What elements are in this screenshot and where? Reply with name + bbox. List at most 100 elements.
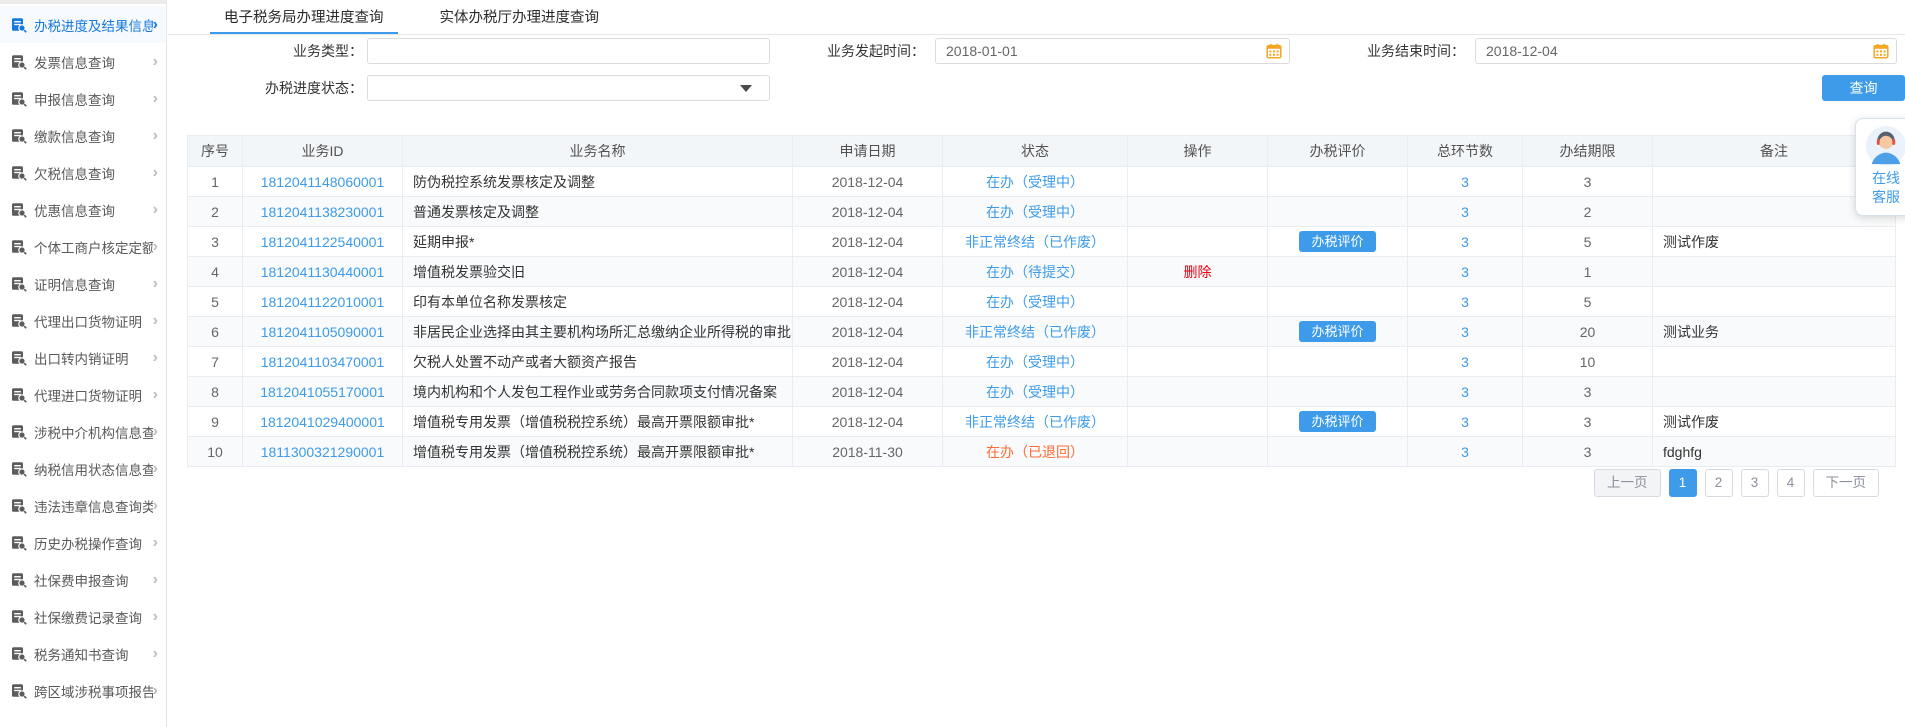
cell-total-links: 3	[1407, 376, 1523, 407]
sidebar-item[interactable]: 发票信息查询 ›	[0, 43, 166, 80]
customer-service-avatar-icon	[1865, 125, 1905, 167]
total-links-link[interactable]: 3	[1461, 264, 1469, 280]
business-id-link[interactable]: 1812041122540001	[261, 234, 385, 250]
page-number-button[interactable]: 4	[1776, 469, 1805, 497]
cell-status: 在办（受理中）	[942, 286, 1128, 317]
online-service-widget[interactable]: 在线客服	[1855, 118, 1905, 216]
evaluate-button[interactable]: 办税评价	[1299, 411, 1376, 432]
chevron-right-icon: ›	[152, 200, 158, 218]
business-id-link[interactable]: 1812041105090001	[261, 324, 385, 340]
status-text: 非正常终结（已作废）	[965, 323, 1105, 340]
page-number-button[interactable]: 1	[1668, 469, 1697, 497]
sidebar-item[interactable]: 代理进口货物证明 ›	[0, 376, 166, 413]
preferential-info-query-icon	[11, 202, 27, 218]
business-id-link[interactable]: 1812041103470001	[261, 354, 385, 370]
invoice-info-query-icon	[11, 54, 27, 70]
chevron-right-icon: ›	[152, 607, 158, 625]
sidebar-item[interactable]: 税务通知书查询 ›	[0, 635, 166, 672]
cell-business-id: 1812041148060001	[242, 166, 403, 197]
sidebar-item[interactable]: 证明信息查询 ›	[0, 265, 166, 302]
cell-business-name: 欠税人处置不动产或者大额资产报告	[402, 346, 793, 377]
cell-remark	[1652, 286, 1896, 317]
delete-link[interactable]: 删除	[1184, 264, 1212, 280]
sidebar-item-label: 出口转内销证明	[34, 351, 129, 367]
status-text: 非正常终结（已作废）	[965, 233, 1105, 250]
business-id-link[interactable]: 1812041130440001	[261, 264, 385, 280]
sidebar-item[interactable]: 办税进度及结果信息查询 ›	[0, 6, 166, 43]
sidebar-item[interactable]: 历史办税操作查询 ›	[0, 524, 166, 561]
sidebar-item[interactable]: 个体工商户核定定额信息查询 ›	[0, 228, 166, 265]
calendar-icon[interactable]	[1266, 43, 1282, 59]
end-time-input[interactable]	[1475, 38, 1897, 64]
cell-business-id: 1812041122010001	[242, 286, 403, 317]
progress-status-select[interactable]	[367, 75, 770, 101]
sidebar-item[interactable]: 社保费申报查询 ›	[0, 561, 166, 598]
cell-action	[1127, 196, 1268, 227]
cell-deadline: 3	[1522, 436, 1653, 467]
status-text: 在办（已退回）	[986, 443, 1084, 460]
cell-apply-date: 2018-12-04	[792, 376, 943, 407]
business-type-label: 业务类型：	[293, 43, 363, 59]
start-time-input[interactable]	[935, 38, 1290, 64]
sidebar-item[interactable]: 涉税中介机构信息查询 ›	[0, 413, 166, 450]
chevron-down-icon	[740, 85, 752, 92]
business-id-link[interactable]: 1812041122010001	[261, 294, 385, 310]
sidebar-item[interactable]: 欠税信息查询 ›	[0, 154, 166, 191]
total-links-link[interactable]: 3	[1461, 324, 1469, 340]
tab[interactable]: 实体办税厅办理进度查询	[426, 0, 614, 34]
query-button[interactable]: 查询	[1822, 75, 1905, 101]
column-header: 业务名称	[402, 135, 793, 167]
status-text: 在办（受理中）	[986, 173, 1084, 190]
sidebar-item[interactable]: 代理出口货物证明 ›	[0, 302, 166, 339]
sidebar-item[interactable]: 优惠信息查询 ›	[0, 191, 166, 228]
column-header: 办税评价	[1267, 135, 1408, 167]
sidebar-item[interactable]: 社保缴费记录查询 ›	[0, 598, 166, 635]
business-id-link[interactable]: 1812041138230001	[261, 204, 385, 220]
total-links-link[interactable]: 3	[1461, 204, 1469, 220]
cell-business-name: 增值税发票验交旧	[402, 256, 793, 287]
cross-region-tax-report-query-icon	[11, 683, 27, 699]
total-links-link[interactable]: 3	[1461, 414, 1469, 430]
prev-page-button[interactable]: 上一页	[1594, 469, 1661, 497]
table-header-row: 序号 业务ID 业务名称 申请日期 状态 操作 办税评价 总环节数 办结期限 备注	[187, 135, 1896, 167]
column-header: 办结期限	[1522, 135, 1653, 167]
total-links-link[interactable]: 3	[1461, 174, 1469, 190]
sidebar-item[interactable]: 缴款信息查询 ›	[0, 117, 166, 154]
cell-status: 非正常终结（已作废）	[942, 406, 1128, 437]
total-links-link[interactable]: 3	[1461, 234, 1469, 250]
total-links-link[interactable]: 3	[1461, 354, 1469, 370]
page-number-button[interactable]: 3	[1740, 469, 1769, 497]
cell-business-id: 1812041029400001	[242, 406, 403, 437]
business-id-link[interactable]: 1812041148060001	[261, 174, 385, 190]
next-page-button[interactable]: 下一页	[1812, 469, 1879, 497]
cell-action	[1127, 436, 1268, 467]
business-id-link[interactable]: 1812041055170001	[260, 384, 385, 400]
business-id-link[interactable]: 1812041029400001	[260, 414, 385, 430]
cell-deadline: 10	[1522, 346, 1653, 377]
evaluate-button[interactable]: 办税评价	[1299, 231, 1376, 252]
total-links-link[interactable]: 3	[1461, 294, 1469, 310]
cell-seq: 6	[187, 316, 243, 347]
cell-evaluate: 办税评价	[1267, 316, 1408, 347]
business-type-input[interactable]	[367, 38, 770, 64]
total-links-link[interactable]: 3	[1461, 384, 1469, 400]
cell-business-name: 增值税专用发票（增值税税控系统）最高开票限额审批*	[402, 436, 793, 467]
evaluate-button[interactable]: 办税评价	[1299, 321, 1376, 342]
calendar-icon[interactable]	[1873, 43, 1889, 59]
total-links-link[interactable]: 3	[1461, 444, 1469, 460]
history-tax-operation-query-icon	[11, 535, 27, 551]
chevron-right-icon: ›	[152, 385, 158, 403]
sidebar-item[interactable]: 纳税信用状态信息查询 ›	[0, 450, 166, 487]
page-number-button[interactable]: 2	[1704, 469, 1733, 497]
sidebar-item[interactable]: 违法违章信息查询类 ›	[0, 487, 166, 524]
cell-apply-date: 2018-12-04	[792, 316, 943, 347]
cell-business-id: 1812041103470001	[242, 346, 403, 377]
sidebar-item[interactable]: 申报信息查询 ›	[0, 80, 166, 117]
cell-business-id: 1812041105090001	[242, 316, 403, 347]
sidebar-item[interactable]: 跨区域涉税事项报告查询 ›	[0, 672, 166, 709]
cell-action	[1127, 286, 1268, 317]
sidebar-item[interactable]: 出口转内销证明 ›	[0, 339, 166, 376]
cell-deadline: 20	[1522, 316, 1653, 347]
business-id-link[interactable]: 1811300321290001	[261, 444, 385, 460]
tab[interactable]: 电子税务局办理进度查询	[210, 0, 398, 34]
